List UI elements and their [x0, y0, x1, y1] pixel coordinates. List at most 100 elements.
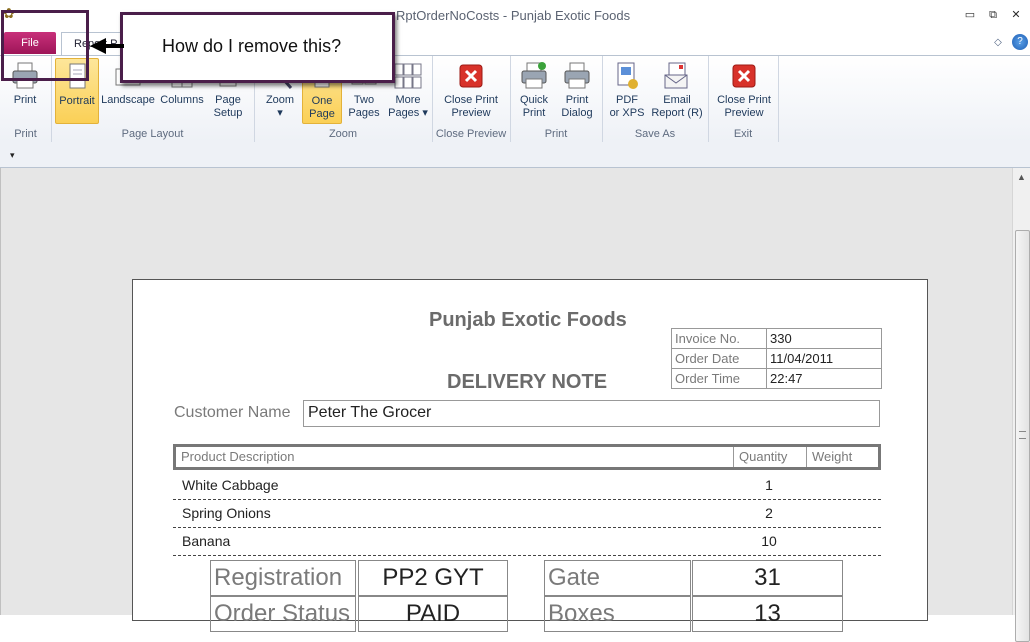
window-title: RptOrderNoCosts - Punjab Exotic Foods	[396, 8, 631, 23]
group-label-save-as: Save As	[634, 128, 676, 140]
close-print-preview-button[interactable]: Close Print Preview	[438, 58, 504, 124]
print-dialog-button[interactable]: Print Dialog	[556, 58, 598, 124]
column-quantity: Quantity	[734, 447, 807, 467]
scroll-up-icon[interactable]: ▲	[1017, 172, 1026, 182]
product-quantity: 1	[765, 477, 773, 493]
group-label-page-layout: Page Layout	[121, 128, 184, 140]
quick-print-line2: Print	[522, 107, 546, 119]
column-weight: Weight	[812, 449, 853, 464]
quick-print-button[interactable]: Quick Print	[514, 58, 554, 124]
order-time-value: 22:47	[766, 368, 882, 389]
gate-label: Gate	[544, 560, 691, 596]
chevron-down-icon: ▾	[277, 107, 283, 119]
order-status-value: PAID	[358, 596, 508, 632]
customer-name-label: Customer Name	[174, 404, 291, 421]
print-dialog-line1: Print	[565, 94, 589, 106]
close-button[interactable]: ✕	[1008, 8, 1024, 22]
page-setup-line1: Page	[215, 94, 241, 106]
invoice-info-table: Invoice No. 330 Order Date 11/04/2011 Or…	[671, 328, 882, 389]
pdf-xps-button[interactable]: PDF or XPS	[606, 58, 648, 124]
one-page-line2: Page	[309, 108, 335, 120]
email-report-button[interactable]: Email Report (R)	[650, 58, 704, 124]
quick-print-line1: Quick	[519, 94, 549, 106]
two-pages-line2: Pages	[348, 107, 380, 119]
customize-toolbar-icon[interactable]: ▾	[10, 150, 15, 161]
report-page: Punjab Exotic Foods DELIVERY NOTE Invoic…	[132, 279, 928, 632]
annotation-callout-text: How do I remove this?	[162, 36, 342, 56]
exit-close-line2: Preview	[724, 107, 764, 119]
exit-close-line1: Close Print	[717, 94, 771, 106]
group-close-preview: Close Print Preview Close Preview	[432, 56, 511, 142]
invoice-row: Order Date 11/04/2011	[671, 348, 882, 369]
registration-value: PP2 GYT	[358, 560, 508, 596]
close-preview-line1: Close Print	[444, 94, 498, 106]
columns-label: Columns	[160, 94, 204, 106]
invoice-no-value: 330	[766, 328, 882, 349]
exit-close-print-preview-button[interactable]: Close Print Preview	[712, 58, 776, 124]
pdf-xps-line1: PDF	[616, 94, 638, 106]
print-label: Print	[13, 94, 37, 106]
restore-button[interactable]: ⧉	[985, 8, 1001, 22]
pdf-xps-icon	[617, 62, 638, 89]
close-preview-icon	[459, 64, 483, 88]
ribbon-minimize-icon[interactable]: ◇	[992, 37, 1004, 49]
order-date-label: Order Date	[671, 348, 767, 369]
pdf-xps-line2: or XPS	[609, 107, 645, 119]
zoom-label: Zoom	[265, 94, 295, 106]
group-label-exit: Exit	[733, 128, 753, 140]
email-report-icon	[664, 62, 688, 89]
customer-name-value: Peter The Grocer	[303, 400, 880, 427]
table-row: Banana 10	[173, 527, 881, 556]
boxes-value: 13	[692, 596, 843, 632]
print-dialog-icon	[564, 62, 590, 89]
minimize-icon: ▭	[964, 9, 976, 21]
group-label-zoom: Zoom	[328, 128, 358, 140]
group-label-print: Print	[14, 128, 37, 140]
restore-icon: ⧉	[989, 9, 997, 21]
more-pages-icon	[394, 63, 422, 89]
close-preview-icon	[732, 64, 756, 88]
quick-print-icon	[521, 62, 547, 89]
annotation-arrow-line	[104, 44, 124, 48]
annotation-highlight-box	[1, 10, 89, 81]
product-table-header: Product Description Quantity Weight	[173, 444, 881, 470]
more-pages-line2: Pages ▾	[388, 107, 428, 119]
annotation-arrow-icon	[90, 38, 106, 54]
group-label-print-options: Print	[544, 128, 568, 140]
product-description: White Cabbage	[182, 477, 279, 493]
invoice-no-label: Invoice No.	[671, 328, 767, 349]
company-name: Punjab Exotic Foods	[429, 309, 627, 331]
product-quantity: 2	[765, 505, 773, 521]
email-report-line1: Email	[663, 94, 691, 106]
quick-access-toolbar: ▾	[0, 142, 1030, 168]
report-title: DELIVERY NOTE	[447, 371, 608, 393]
landscape-label: Landscape	[101, 94, 155, 106]
group-save-as: PDF or XPS Email Report (R) Save As	[602, 56, 709, 142]
table-row: Spring Onions 2	[173, 499, 881, 528]
two-pages-line1: Two	[353, 94, 375, 106]
portrait-label: Portrait	[59, 95, 95, 107]
product-quantity: 10	[761, 533, 777, 549]
scroll-thumb[interactable]	[1015, 230, 1030, 642]
gate-value: 31	[692, 560, 843, 596]
one-page-line1: One	[311, 95, 333, 107]
print-dialog-line2: Dialog	[561, 107, 593, 119]
vertical-scrollbar[interactable]: ▲	[1012, 168, 1030, 642]
close-preview-line2: Preview	[451, 107, 491, 119]
boxes-label: Boxes	[544, 596, 691, 632]
order-date-value: 11/04/2011	[766, 348, 882, 369]
table-row: White Cabbage 1	[173, 471, 881, 500]
scroll-grip-icon	[1019, 431, 1026, 439]
product-description: Spring Onions	[182, 505, 271, 521]
more-pages-line1: More	[395, 94, 421, 106]
column-product-description: Product Description	[176, 447, 734, 467]
close-icon: ✕	[1011, 9, 1021, 21]
invoice-row: Order Time 22:47	[671, 368, 882, 389]
order-time-label: Order Time	[671, 368, 767, 389]
help-icon[interactable]: ?	[1012, 34, 1028, 50]
invoice-row: Invoice No. 330	[671, 328, 882, 349]
group-exit: Close Print Preview Exit	[708, 56, 779, 142]
minimize-button[interactable]: ▭	[962, 8, 978, 22]
group-print-options: Quick Print Print Dialog Print	[510, 56, 603, 142]
page-setup-line2: Setup	[213, 107, 243, 119]
